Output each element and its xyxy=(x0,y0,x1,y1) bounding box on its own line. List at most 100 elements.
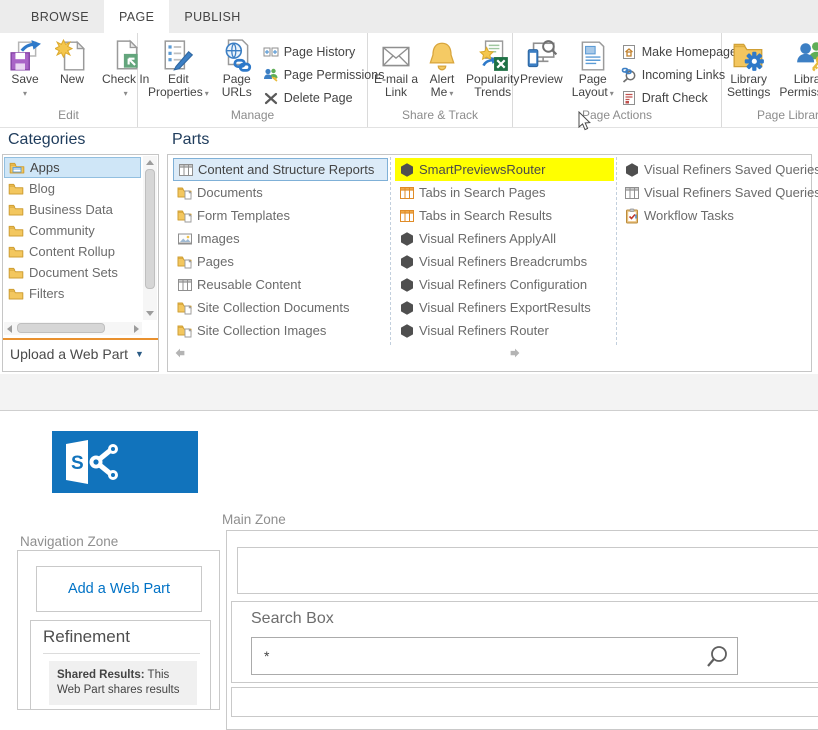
part-item-visual-refiners-breadcrumbs[interactable]: Visual Refiners Breadcrumbs xyxy=(395,250,614,273)
incoming-links-icon xyxy=(621,67,637,83)
category-item-filters[interactable]: Filters xyxy=(4,283,141,304)
part-item-visual-refiners-saved-queries-1[interactable]: Visual Refiners Saved Queries xyxy=(620,158,818,181)
category-item-business-data[interactable]: Business Data xyxy=(4,199,141,220)
category-item-community[interactable]: Community xyxy=(4,220,141,241)
incoming-links-button[interactable]: Incoming Links xyxy=(621,67,737,83)
scroll-left-arrow-icon[interactable] xyxy=(7,325,12,333)
group-label-manage: Manage xyxy=(230,108,275,122)
category-item-apps[interactable]: Apps xyxy=(4,157,141,178)
part-item-workflow-tasks[interactable]: Workflow Tasks xyxy=(620,204,810,227)
part-item-form-templates[interactable]: Form Templates xyxy=(173,204,388,227)
part-item-visual-refiners-configuration[interactable]: Visual Refiners Configuration xyxy=(395,273,614,296)
web-part-hexagon-icon xyxy=(399,300,415,316)
edit-properties-button[interactable]: Edit Properties ▾ xyxy=(146,38,211,101)
dropdown-caret-icon: ▾ xyxy=(449,89,454,98)
save-button[interactable]: Save ▾ xyxy=(6,38,44,99)
web-part-hexagon-icon xyxy=(399,162,415,178)
parts-listbox: Content and Structure Reports Documents … xyxy=(167,154,818,372)
arrow-left-icon xyxy=(173,347,187,364)
image-icon xyxy=(177,231,193,247)
sharepoint-logo: S xyxy=(52,431,198,493)
folder-icon xyxy=(8,244,24,260)
web-part-hexagon-icon xyxy=(624,162,640,178)
tab-publish[interactable]: PUBLISH xyxy=(169,0,255,33)
categories-vertical-scrollbar[interactable] xyxy=(143,156,157,320)
mouse-cursor xyxy=(578,110,593,132)
cursor-arrow-icon xyxy=(578,110,593,136)
page-permissions-icon xyxy=(263,67,279,83)
new-page-icon xyxy=(55,39,89,73)
alert-me-button[interactable]: Alert Me ▾ xyxy=(423,38,461,101)
page-urls-button[interactable]: Page URLs xyxy=(218,38,256,100)
part-item-visual-refiners-router[interactable]: Visual Refiners Router xyxy=(395,319,614,342)
page-history-button[interactable]: Page History xyxy=(263,44,385,60)
library-permissions-button[interactable]: Library Permissions xyxy=(777,38,818,100)
arrow-right-icon xyxy=(508,347,522,364)
search-button[interactable] xyxy=(704,644,730,670)
delete-page-button[interactable]: Delete Page xyxy=(263,90,385,106)
empty-web-part-placeholder[interactable] xyxy=(237,547,818,594)
ribbon-group-share-track: E-mail a Link Alert Me ▾ Popularity Trend… xyxy=(368,33,519,127)
part-item-pages[interactable]: Pages xyxy=(173,250,388,273)
table-icon xyxy=(399,185,415,201)
part-item-reusable-content[interactable]: Reusable Content xyxy=(173,273,388,296)
refinement-web-part: Refinement Shared Results: This Web Part… xyxy=(30,620,211,710)
category-item-content-rollup[interactable]: Content Rollup xyxy=(4,241,141,262)
part-item-smartpreviewsrouter[interactable]: SmartPreviewsRouter xyxy=(395,158,614,181)
folder-page-icon xyxy=(177,185,193,201)
category-item-document-sets[interactable]: Document Sets xyxy=(4,262,141,283)
group-label-share-track: Share & Track xyxy=(401,108,479,122)
ribbon-group-page-actions: Preview Page Layout ▾ Make Homepage Incom… xyxy=(513,33,737,127)
page-permissions-button[interactable]: Page Permissions xyxy=(263,67,384,83)
make-homepage-button[interactable]: Make Homepage xyxy=(621,44,737,60)
category-item-blog[interactable]: Blog xyxy=(4,178,141,199)
categories-header: Categories xyxy=(8,131,86,148)
group-label-page-library: Page Library xyxy=(756,108,818,122)
part-item-visual-refiners-applyall[interactable]: Visual Refiners ApplyAll xyxy=(395,227,614,250)
library-settings-button[interactable]: Library Settings xyxy=(725,38,772,100)
scroll-up-arrow-icon[interactable] xyxy=(146,160,154,165)
folder-page-icon xyxy=(177,254,193,270)
page-layout-button[interactable]: Page Layout ▾ xyxy=(570,38,616,101)
part-item-content-structure-reports[interactable]: Content and Structure Reports xyxy=(173,158,388,181)
tab-page[interactable]: PAGE xyxy=(103,0,170,33)
part-item-tabs-in-search-results[interactable]: Tabs in Search Results xyxy=(395,204,614,227)
parts-next-page-arrow[interactable] xyxy=(508,346,522,360)
web-part-hexagon-icon xyxy=(399,277,415,293)
part-item-visual-refiners-exportresults[interactable]: Visual Refiners ExportResults xyxy=(395,296,614,319)
preview-button[interactable]: Preview xyxy=(518,38,565,87)
dropdown-caret-icon: ▾ xyxy=(123,89,128,98)
parts-header: Parts xyxy=(172,131,210,148)
page-history-icon xyxy=(263,44,279,60)
categories-horizontal-scrollbar[interactable] xyxy=(4,322,142,335)
apps-folder-icon xyxy=(9,160,25,176)
part-item-site-collection-documents[interactable]: Site Collection Documents xyxy=(173,296,388,319)
library-settings-icon xyxy=(732,39,766,73)
save-icon xyxy=(8,39,42,73)
scrollbar-thumb[interactable] xyxy=(17,323,105,333)
part-item-images[interactable]: Images xyxy=(173,227,388,250)
refinement-title: Refinement xyxy=(43,627,200,654)
new-button[interactable]: New xyxy=(53,38,91,87)
next-web-part-placeholder xyxy=(231,687,818,717)
part-item-tabs-in-search-pages[interactable]: Tabs in Search Pages xyxy=(395,181,614,204)
tab-browse[interactable]: BROWSE xyxy=(16,0,104,33)
part-item-documents[interactable]: Documents xyxy=(173,181,388,204)
gallery-footer-strip xyxy=(0,374,818,411)
make-homepage-icon xyxy=(621,44,637,60)
parts-previous-page-arrow[interactable] xyxy=(173,346,187,360)
part-item-site-collection-images[interactable]: Site Collection Images xyxy=(173,319,388,342)
scroll-right-arrow-icon[interactable] xyxy=(134,325,139,333)
table-icon xyxy=(177,277,193,293)
ribbon-group-manage: Edit Properties ▾ Page URLs Page History … xyxy=(138,33,384,127)
draft-check-button[interactable]: Draft Check xyxy=(621,90,737,106)
email-link-button[interactable]: E-mail a Link xyxy=(372,38,420,100)
search-input[interactable] xyxy=(251,637,738,675)
add-web-part-button[interactable]: Add a Web Part xyxy=(36,566,202,612)
folder-page-icon xyxy=(177,300,193,316)
upload-web-part-link[interactable]: Upload a Web Part ▼ xyxy=(10,346,144,362)
part-item-visual-refiners-saved-queries-2[interactable]: Visual Refiners Saved Queries xyxy=(620,181,818,204)
scroll-down-arrow-icon[interactable] xyxy=(146,311,154,316)
column-separator xyxy=(616,157,617,345)
scrollbar-thumb[interactable] xyxy=(145,169,155,289)
